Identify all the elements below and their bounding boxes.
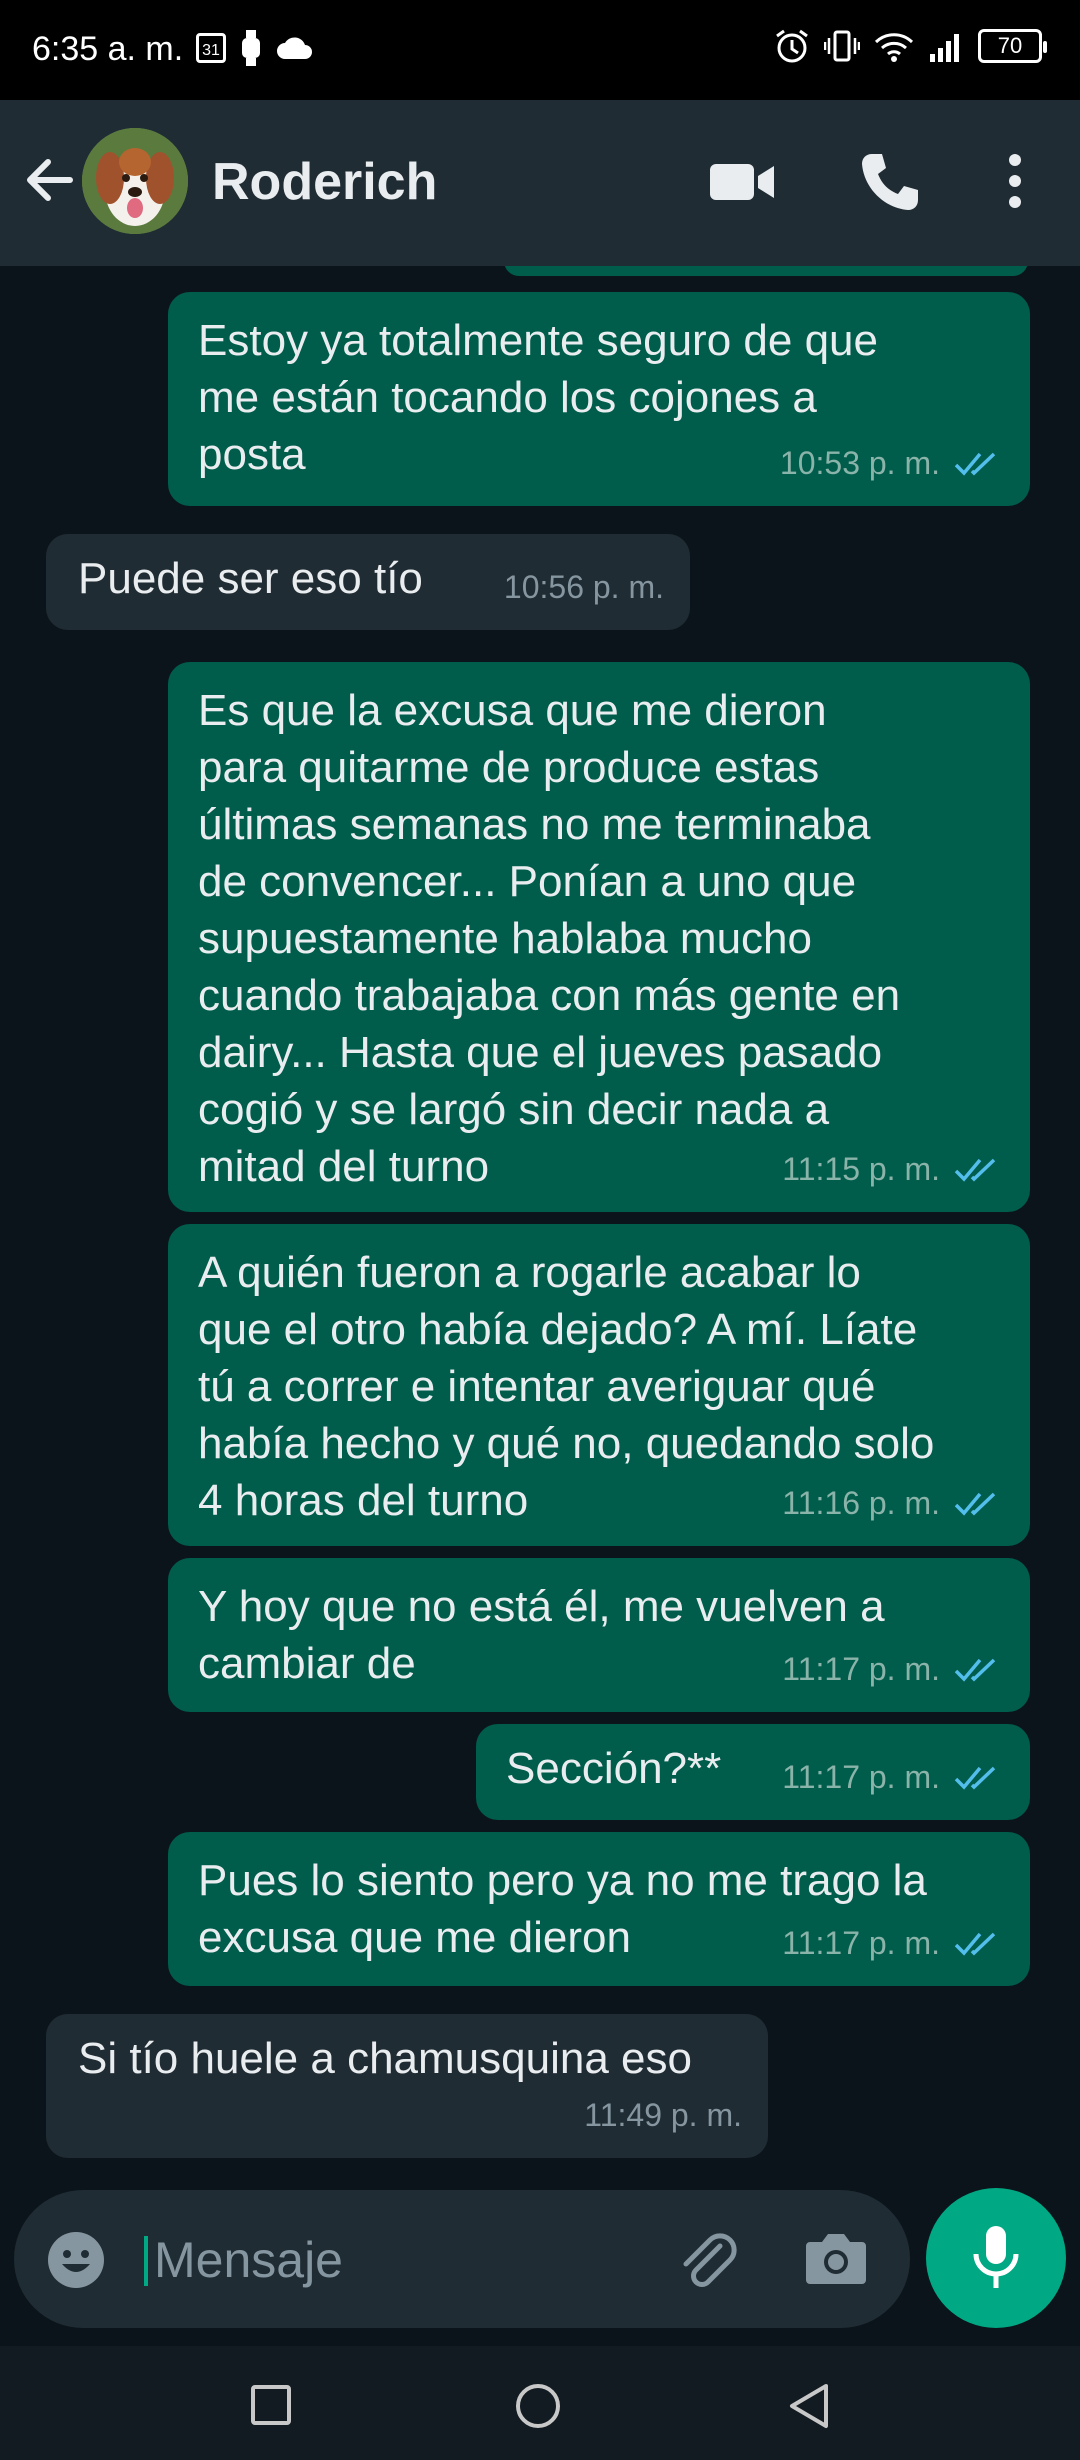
message-bubble[interactable]: Sección?** 11:17 p. m. [476,1724,1030,1820]
read-ticks-icon [954,1658,996,1682]
message-bubble[interactable]: Y hoy que no está él, me vuelven a cambi… [168,1558,1030,1712]
message-text: Sección?** [506,1744,722,1793]
back-arrow-icon[interactable] [22,152,78,208]
message-input[interactable] [152,2224,656,2296]
avatar[interactable] [82,128,188,234]
status-bar: 6:35 a. m. 31 70 [0,0,1080,100]
battery-icon: 70 [978,29,1047,63]
message-time: 10:56 p. m. [503,569,664,605]
emoji-icon[interactable] [46,2230,106,2290]
chat-messages[interactable]: Estoy ya totalmente seguro de que me est… [0,266,1080,2186]
message-time: 11:49 p. m. [584,2097,742,2133]
message-time: 11:17 p. m. [782,1925,940,1961]
nav-back-icon[interactable] [786,2382,830,2430]
read-ticks-icon [954,1932,996,1956]
message-time: 11:15 p. m. [782,1151,940,1187]
home-icon[interactable] [514,2382,562,2430]
message-time: 11:17 p. m. [782,1759,940,1795]
message-time: 10:53 p. m. [779,445,940,481]
vibrate-icon [824,30,860,62]
message-text: Si tío huele a chamusquina eso [78,2034,692,2083]
phone-call-icon[interactable] [858,150,920,212]
read-ticks-icon [954,1492,996,1516]
message-bubble[interactable]: Pues lo siento pero ya no me trago la ex… [168,1832,1030,1986]
calendar-icon: 31 [196,33,226,63]
message-text: Puede ser eso tío [78,554,423,603]
system-nav-bar [0,2346,1080,2460]
status-time: 6:35 a. m. [32,30,184,68]
cloud-icon [277,37,312,59]
alarm-icon [776,29,808,63]
read-ticks-icon [954,1766,996,1790]
message-bubble-partial [504,266,1028,276]
message-bubble[interactable]: Si tío huele a chamusquina eso 11:49 p. … [46,2014,768,2158]
wifi-icon [874,33,914,62]
read-ticks-icon [954,452,996,476]
message-text: Es que la excusa que me dieron para quit… [198,686,901,1191]
text-cursor [144,2236,148,2286]
message-bubble[interactable]: Es que la excusa que me dieron para quit… [168,662,1030,1212]
read-ticks-icon [954,1158,996,1182]
message-bubble[interactable]: Puede ser eso tío 10:56 p. m. [46,534,690,630]
message-time: 11:17 p. m. [782,1651,940,1687]
message-composer [14,2190,910,2328]
message-bubble[interactable]: Estoy ya totalmente seguro de que me est… [168,292,1030,506]
microphone-icon [973,2226,1019,2288]
video-call-icon[interactable] [708,154,778,210]
camera-icon[interactable] [804,2228,868,2288]
chat-header: Roderich [0,100,1080,266]
watch-icon [242,30,260,66]
paperclip-icon[interactable] [674,2226,740,2292]
more-options-icon[interactable] [1000,150,1030,212]
recent-apps-icon[interactable] [250,2384,292,2426]
contact-name[interactable]: Roderich [212,152,437,212]
message-time: 11:16 p. m. [782,1485,940,1521]
signal-icon [930,34,959,62]
dog-avatar-image [82,128,188,234]
message-text: Estoy ya totalmente seguro de que me est… [198,316,878,479]
voice-record-button[interactable] [926,2188,1066,2328]
message-bubble[interactable]: A quién fueron a rogarle acabar lo que e… [168,1224,1030,1546]
